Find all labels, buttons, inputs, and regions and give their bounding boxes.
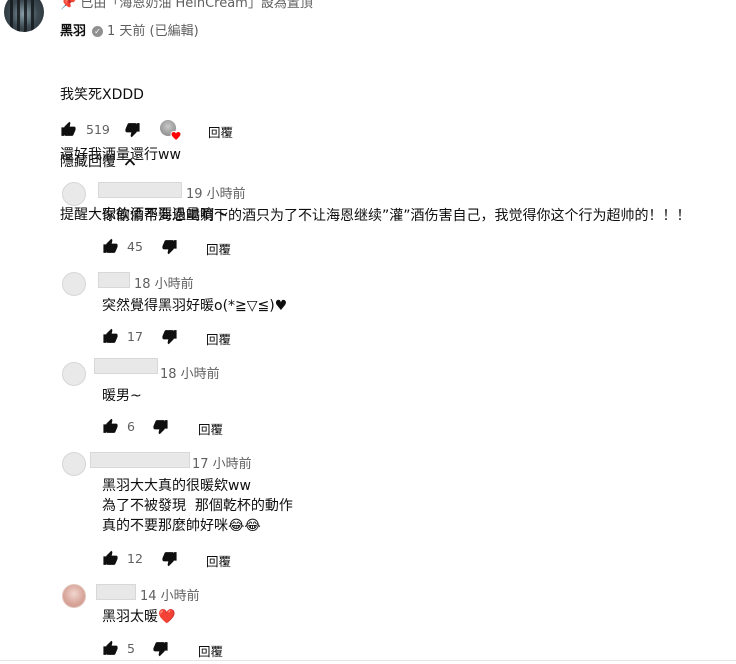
reply-button[interactable]: 回覆	[206, 239, 231, 258]
reply-time[interactable]: 18 小時前	[134, 273, 194, 292]
reply-time[interactable]: 14 小時前	[140, 585, 200, 604]
dislike-icon[interactable]	[152, 640, 169, 657]
reply-avatar[interactable]	[62, 272, 86, 296]
dislike-icon[interactable]	[161, 550, 178, 567]
like-count: 17	[127, 329, 143, 344]
like-icon[interactable]	[102, 328, 119, 345]
reply-button[interactable]: 回覆	[208, 122, 233, 141]
reply-text: 你偷偷帮海恩喝剩下的酒只为了不让海恩继续”灌”酒伤害自己，我觉得你这个行为超帅的…	[102, 208, 691, 224]
verified-icon: ✓	[92, 26, 104, 37]
reply-button[interactable]: 回覆	[206, 329, 231, 348]
like-count: 6	[127, 419, 135, 434]
dislike-icon[interactable]	[124, 121, 141, 138]
reply-text: 黑羽太暖❤️	[102, 609, 176, 625]
dislike-icon[interactable]	[161, 238, 178, 255]
hide-replies-button[interactable]: 隱藏回覆	[60, 151, 136, 171]
author-name[interactable]: 黑羽	[60, 24, 86, 39]
reply-author-name[interactable]	[94, 358, 158, 374]
pin-icon: 📌	[60, 0, 77, 11]
like-icon[interactable]	[102, 550, 119, 567]
like-icon[interactable]	[60, 121, 77, 138]
divider	[0, 660, 736, 661]
reply-author-name[interactable]	[98, 272, 130, 288]
like-icon[interactable]	[102, 640, 119, 657]
chevron-up-icon	[125, 158, 136, 166]
comment-time[interactable]: 1 天前 (已編輯)	[107, 24, 199, 39]
reply-avatar[interactable]	[62, 362, 86, 386]
comment-line: 我笑死XDDD	[60, 87, 144, 103]
pinned-notice: 📌 已由「海恩奶油 HeinCream」設為置頂	[60, 0, 313, 11]
like-count: 45	[127, 239, 143, 254]
reply-time[interactable]: 17 小時前	[192, 453, 252, 472]
reply-time[interactable]: 19 小時前	[186, 183, 246, 202]
reply-text: 突然覺得黑羽好暖o(*≧▽≦)♥	[102, 298, 288, 314]
heart-icon	[170, 130, 182, 141]
reply-time[interactable]: 18 小時前	[160, 363, 220, 382]
reply-avatar[interactable]	[62, 584, 86, 608]
reply-author-name[interactable]	[98, 182, 182, 198]
like-count: 5	[127, 641, 135, 656]
comment-header: 黑羽 ✓ 1 天前 (已編輯)	[60, 20, 199, 39]
reply-avatar[interactable]	[62, 452, 86, 476]
reply-button[interactable]: 回覆	[198, 419, 223, 438]
author-avatar[interactable]	[4, 0, 44, 32]
reply-text: 黑羽大大真的很暖欸ww 為了不被發現 那個乾杯的動作 真的不要那麼帥好咪😂😂	[102, 478, 293, 534]
like-count: 12	[127, 551, 143, 566]
like-count: 519	[86, 122, 110, 137]
reply-author-name[interactable]	[96, 584, 136, 600]
reply-button[interactable]: 回覆	[206, 551, 231, 570]
hide-replies-label: 隱藏回覆	[60, 154, 116, 170]
reply-avatar[interactable]	[62, 182, 86, 206]
like-icon[interactable]	[102, 238, 119, 255]
reply-author-name[interactable]	[90, 452, 190, 468]
pinned-text: 已由「海恩奶油 HeinCream」設為置頂	[80, 0, 313, 11]
dislike-icon[interactable]	[161, 328, 178, 345]
reply-button[interactable]: 回覆	[198, 641, 223, 660]
like-icon[interactable]	[102, 418, 119, 435]
dislike-icon[interactable]	[152, 418, 169, 435]
reply-text: 暖男~	[102, 388, 142, 404]
